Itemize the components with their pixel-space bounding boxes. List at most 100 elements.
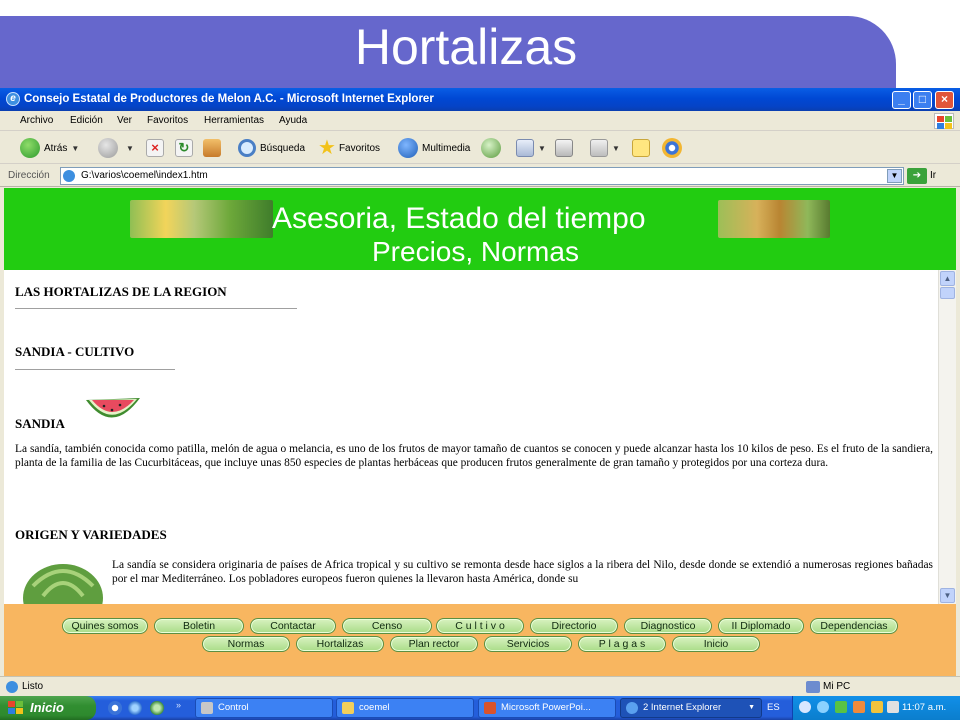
task-label: coemel [359,702,390,713]
start-button[interactable]: Inicio [0,696,96,720]
web-page: Asesoria, Estado del tiempo Precios, Nor… [4,188,956,678]
site-banner: Asesoria, Estado del tiempo Precios, Nor… [4,188,956,270]
task-label: Control [218,702,249,713]
menu-bar: Archivo Edición Ver Favoritos Herramient… [0,111,960,131]
scroll-thumb[interactable] [940,287,955,299]
page-icon [6,681,18,693]
tray-app-icon[interactable] [835,701,847,713]
edit-button[interactable]: ▼ [590,137,620,159]
language-indicator[interactable]: ES [767,702,780,713]
search-label: Búsqueda [260,142,306,154]
edit-icon [590,139,608,157]
task-control[interactable]: Control [195,698,333,718]
stop-button[interactable]: × [146,137,164,159]
search-button[interactable]: Búsqueda [238,137,305,159]
nav-diagnostico[interactable]: Diagnostico [624,618,712,634]
nav-boletin[interactable]: Boletin [154,618,244,634]
ie-window: e Consejo Estatal de Productores de Melo… [0,88,960,696]
watermelon-slice-image [82,390,142,434]
notes-button[interactable] [632,137,650,159]
melon-image [18,556,108,604]
nav-hortalizas[interactable]: Hortalizas [296,636,384,652]
status-text: Listo [22,681,44,692]
minimize-button[interactable]: _ [892,91,911,109]
print-button[interactable] [555,137,573,159]
tray-app-icon[interactable] [853,701,865,713]
scroll-up-button[interactable]: ▲ [940,271,955,286]
heading-origen: ORIGEN Y VARIEDADES [15,527,167,542]
nav-plan-rector[interactable]: Plan rector [390,636,478,652]
nav-dependencias[interactable]: Dependencias [810,618,898,634]
media-button[interactable]: Multimedia [398,137,470,159]
menu-herramientas[interactable]: Herramientas [204,115,264,126]
forward-arrow-icon [98,138,118,158]
notes-icon [632,139,650,157]
taskbar: Inicio » Control coemel Microsoft PowerP… [0,696,960,720]
history-button[interactable] [481,137,505,159]
banner-photo-right [718,200,830,238]
nav-cultivo[interactable]: C u l t i v o [436,618,524,634]
quick-launch-messenger-icon[interactable] [150,701,164,715]
ie-logo-icon: e [6,92,20,106]
nav-plagas[interactable]: P l a g a s [578,636,666,652]
tray-app-icon[interactable] [871,701,883,713]
heading-cultivo: SANDIA - CULTIVO [15,344,135,359]
tray-arrow-icon[interactable] [817,701,829,713]
nav-ii-diplomado[interactable]: II Diplomado [718,618,804,634]
vertical-scrollbar[interactable]: ▲ ▼ [938,270,956,604]
scroll-down-button[interactable]: ▼ [940,588,955,603]
star-icon: ★ [318,137,336,159]
favorites-button[interactable]: ★ Favoritos [318,137,380,159]
address-input[interactable]: G:\varios\coemel\index1.htm [60,167,904,185]
help-icon[interactable] [799,701,811,713]
messenger-button[interactable] [662,137,686,159]
divider [15,369,175,370]
menu-archivo[interactable]: Archivo [20,115,53,126]
address-bar: Dirección G:\varios\coemel\index1.htm ▼ … [0,165,960,187]
go-button[interactable]: Ir [930,170,936,181]
home-icon [203,139,221,157]
divider [15,308,297,309]
computer-icon [806,681,820,693]
quick-launch-ie-icon[interactable] [128,701,142,715]
nav-inicio[interactable]: Inicio [672,636,760,652]
forward-button[interactable]: ▼ [98,137,134,159]
ie-logo-icon [626,702,638,714]
chevron-right-icon[interactable]: » [176,700,181,710]
favorites-label: Favoritos [338,142,381,154]
page-icon [63,170,75,182]
title-bar[interactable]: e Consejo Estatal de Productores de Melo… [0,88,960,111]
chevron-down-icon: ▼ [126,143,134,153]
menu-favoritos[interactable]: Favoritos [147,115,188,126]
history-icon [481,138,501,158]
powerpoint-icon [484,702,496,714]
menu-ver[interactable]: Ver [117,115,132,126]
task-coemel[interactable]: coemel [336,698,474,718]
nav-servicios[interactable]: Servicios [484,636,572,652]
nav-quines-somos[interactable]: Quines somos [62,618,148,634]
quick-launch-media-icon[interactable] [108,701,122,715]
task-internet-explorer[interactable]: 2 Internet Explorer ▼ [620,698,762,718]
menu-ayuda[interactable]: Ayuda [279,115,307,126]
window-icon [201,702,213,714]
menu-edicion[interactable]: Edición [70,115,103,126]
back-button[interactable]: Atrás ▼ [20,137,79,159]
slide: Hortalizas e Consejo Estatal de Producto… [0,0,960,720]
nav-censo[interactable]: Censo [342,618,432,634]
nav-normas[interactable]: Normas [202,636,290,652]
volume-icon[interactable] [887,701,899,713]
refresh-icon: ↻ [175,139,193,157]
maximize-button[interactable]: □ [913,91,932,109]
address-dropdown[interactable]: ▼ [887,169,902,183]
task-label: Microsoft PowerPoi... [501,702,591,713]
nav-contactar[interactable]: Contactar [250,618,336,634]
refresh-button[interactable]: ↻ [175,137,193,159]
nav-directorio[interactable]: Directorio [530,618,618,634]
mail-button[interactable]: ▼ [516,137,546,159]
go-arrow-icon[interactable]: ➔ [907,168,927,184]
home-button[interactable] [203,137,221,159]
toolbar: Atrás ▼ ▼ × ↻ Búsqueda ★ Favoritos Multi… [0,132,960,164]
chevron-down-icon: ▼ [748,704,755,711]
task-powerpoint[interactable]: Microsoft PowerPoi... [478,698,616,718]
close-button[interactable]: × [935,91,954,109]
